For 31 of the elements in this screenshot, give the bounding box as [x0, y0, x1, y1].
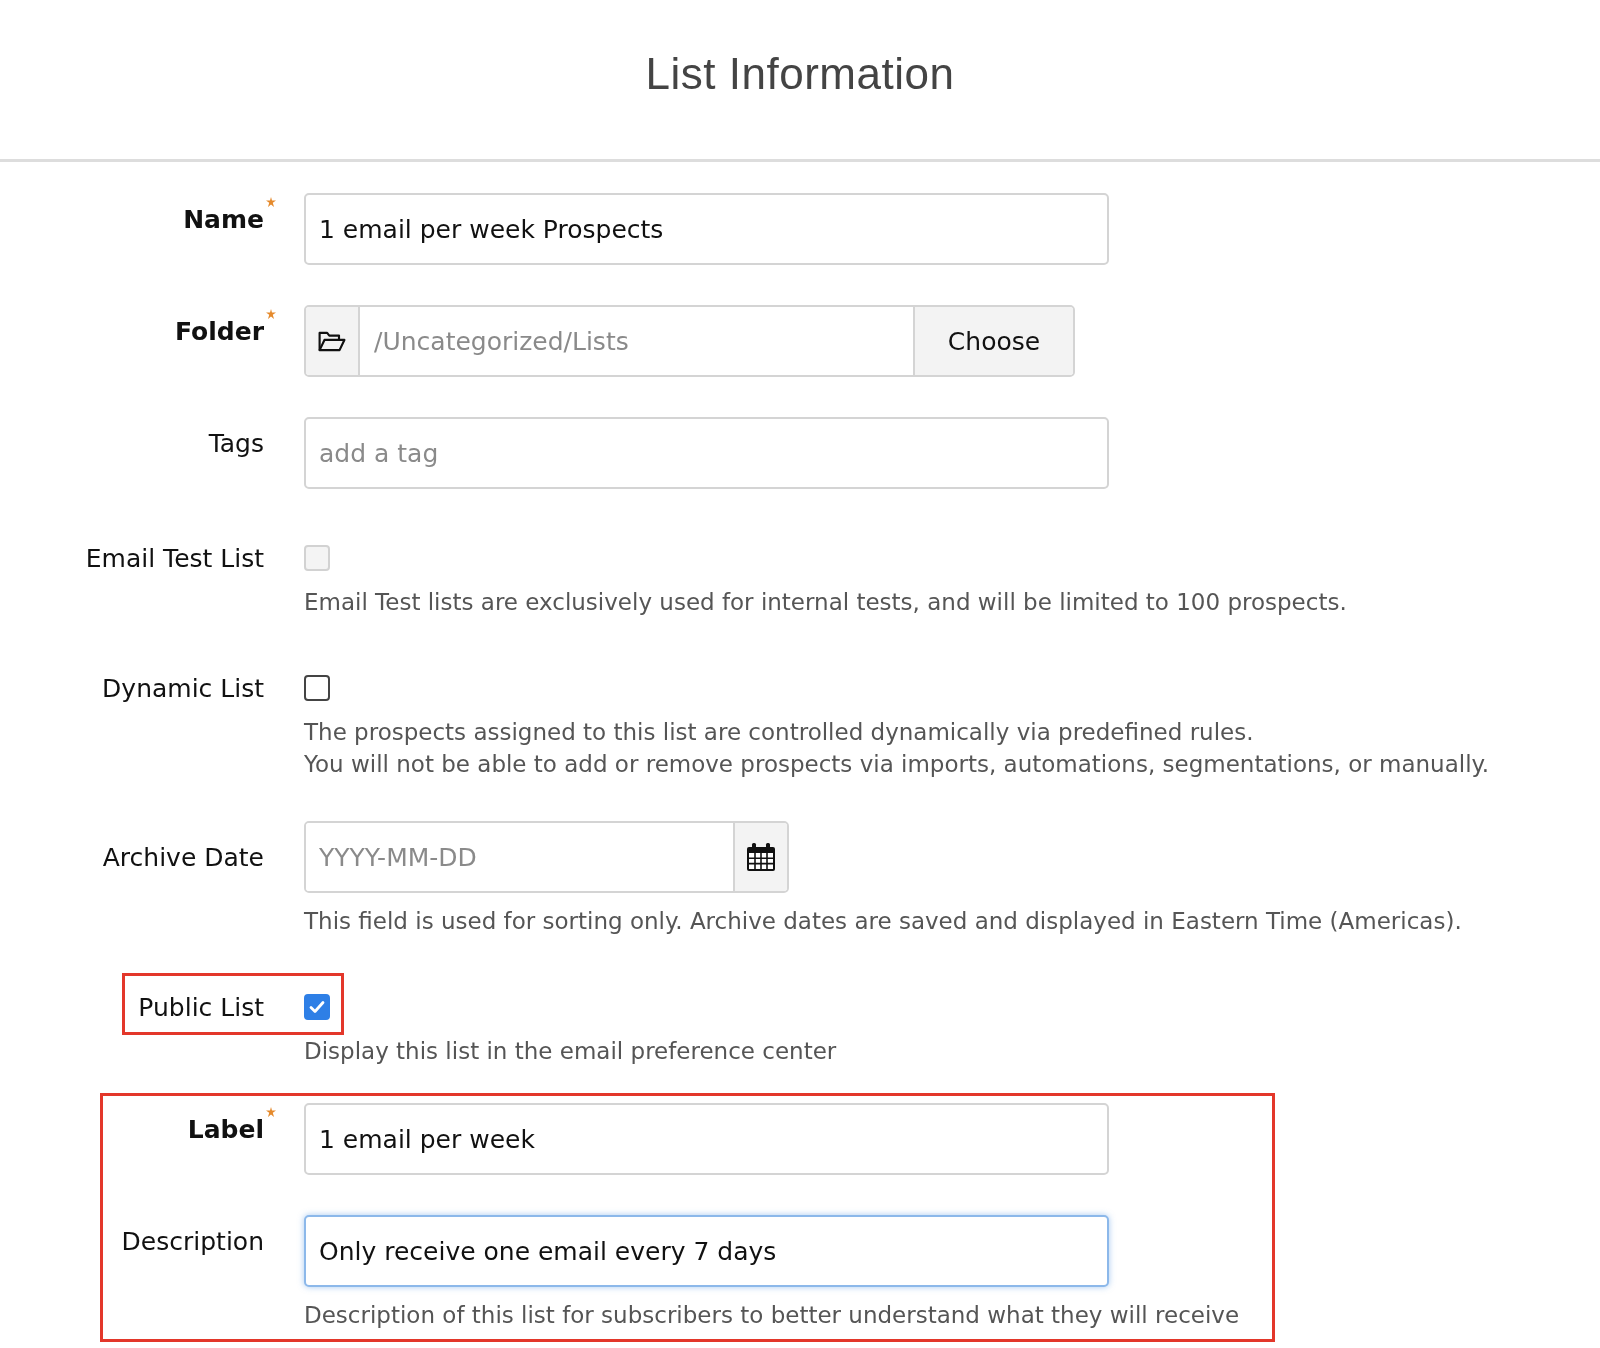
choose-button[interactable]: Choose: [913, 307, 1073, 375]
folder-path: /Uncategorized/Lists: [373, 325, 630, 358]
required-icon: [266, 1107, 276, 1117]
text-input[interactable]: add a tag: [304, 417, 1109, 489]
date-field[interactable]: YYYY-MM-DD: [304, 821, 789, 893]
field-label: Email Test List: [85, 543, 264, 573]
field-label: Name: [183, 205, 264, 234]
field-label: Archive Date: [102, 842, 264, 872]
field-label: Tags: [208, 429, 264, 458]
field-label: Description: [121, 1227, 264, 1256]
folder-icon: [306, 307, 360, 375]
text-input[interactable]: 1 email per week: [304, 1103, 1109, 1175]
help-text: Email Test lists are exclusively used for internal tests, and will be limited to 100 prospects.: [304, 588, 1347, 617]
field-label: Folder: [175, 317, 264, 346]
help-text: The prospects assigned to this list are controlled dynamically via predefined rules.: [304, 718, 1254, 747]
text-input[interactable]: 1 email per week Prospects: [304, 193, 1109, 265]
help-text: You will not be able to add or remove prospects via imports, automations, segmentations, or manually.: [304, 750, 1490, 779]
checkbox[interactable]: [304, 675, 330, 701]
field-label: Dynamic List: [102, 673, 264, 703]
help-text: Description of this list for subscribers to better understand what they will receive: [304, 1301, 1240, 1330]
checkbox[interactable]: [304, 994, 330, 1020]
calendar-icon[interactable]: [733, 823, 787, 891]
help-text: This field is used for sorting only. Archive dates are saved and displayed in Eastern Time (Americas).: [304, 907, 1462, 936]
field-label: Label: [187, 1115, 264, 1144]
required-icon: [266, 197, 276, 207]
field-label: Public List: [138, 992, 264, 1022]
help-text: Display this list in the email preference center: [304, 1037, 837, 1066]
text-input[interactable]: Only receive one email every 7 days: [304, 1215, 1109, 1287]
page-title: List Information: [645, 48, 955, 100]
required-icon: [266, 309, 276, 319]
folder-picker[interactable]: /Uncategorized/Lists Choose: [304, 305, 1075, 377]
